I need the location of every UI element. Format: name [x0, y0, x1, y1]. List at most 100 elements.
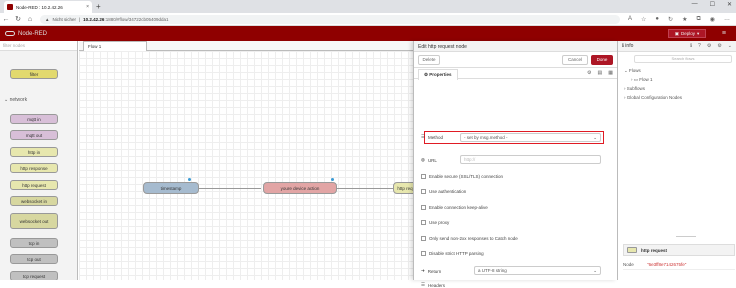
- palette-node-mqtt-in[interactable]: mqtt in: [10, 114, 58, 124]
- checkbox-non2xx[interactable]: Only send non-2xx responses to Catch nod…: [421, 236, 518, 241]
- chevron-down-icon: ⌄: [593, 267, 597, 273]
- tab-info[interactable]: ℹ info: [622, 43, 633, 49]
- flow-canvas[interactable]: timestamp youre device action http req: [79, 51, 417, 280]
- return-value: a UTF-8 string: [478, 268, 507, 273]
- canvas-node-timestamp[interactable]: timestamp: [143, 182, 199, 194]
- checkbox-proxy[interactable]: Use proxy: [421, 220, 449, 225]
- globe-icon: ◍: [421, 157, 425, 162]
- node-label: youre device action: [280, 185, 320, 191]
- checkbox[interactable]: [421, 220, 426, 225]
- palette-node-tcp-in[interactable]: tcp in: [10, 238, 58, 248]
- checkbox-ssl[interactable]: Enable secure (SSL/TLS) connection: [421, 174, 503, 179]
- checkbox-strict-parsing[interactable]: Disable strict HTTP parsing: [421, 251, 484, 256]
- main-menu-icon[interactable]: ≡: [722, 30, 726, 37]
- gear-icon[interactable]: ⚙: [587, 70, 591, 76]
- return-select[interactable]: a UTF-8 string ⌄: [474, 266, 601, 275]
- tab-flow-1[interactable]: Flow 1: [83, 41, 147, 51]
- window-controls: — ☐ ✕: [692, 1, 732, 8]
- collections-icon[interactable]: ⧉: [696, 16, 700, 23]
- read-aloud-icon[interactable]: A: [628, 16, 632, 23]
- method-label: Method: [428, 134, 444, 140]
- palette-node-tcp-request[interactable]: tcp request: [10, 271, 58, 280]
- chevron-down-icon[interactable]: ⌄: [728, 43, 732, 49]
- url-input[interactable]: http://: [460, 155, 601, 164]
- checkbox[interactable]: [421, 174, 426, 179]
- browser-tab[interactable]: Node-RED : 10.2.42.26 ×: [4, 1, 92, 13]
- new-tab-button[interactable]: +: [96, 2, 101, 11]
- url-path: :1880/#flow/34722cb05409dda1: [104, 16, 169, 22]
- chevron-down-icon[interactable]: ▾: [697, 31, 699, 37]
- maximize-icon[interactable]: ☐: [710, 1, 715, 8]
- sidebar-tab-icons: ℹ ? ⚙ ⚙ ⌄: [690, 43, 732, 49]
- delete-button[interactable]: Delete: [418, 54, 440, 65]
- palette-node-http-response[interactable]: http response: [10, 163, 58, 173]
- resize-handle[interactable]: [676, 236, 696, 237]
- method-select[interactable]: - set by msg.method - ⌄: [460, 133, 601, 142]
- cancel-button[interactable]: Cancel: [562, 54, 588, 65]
- palette-category-network[interactable]: ⌄ network: [4, 97, 27, 103]
- checkbox[interactable]: [421, 251, 426, 256]
- checkbox[interactable]: [421, 236, 426, 241]
- palette-node-websocket-out[interactable]: websocket out: [10, 213, 58, 229]
- done-button[interactable]: Done: [591, 54, 613, 65]
- extension-icon[interactable]: ●: [655, 16, 659, 23]
- tree-item-flow-1[interactable]: › ▭ Flow 1: [631, 77, 653, 83]
- checkbox[interactable]: [421, 205, 426, 210]
- minimize-icon[interactable]: —: [692, 1, 698, 8]
- favorite-icon[interactable]: ☆: [641, 16, 646, 23]
- headers-row: ☰ Headers: [421, 282, 445, 288]
- tray-toolbar: Delete Cancel Done: [414, 52, 617, 68]
- checkbox-auth[interactable]: Use authentication: [421, 189, 466, 194]
- close-tab-icon[interactable]: ×: [86, 4, 89, 10]
- warning-icon: ▲: [45, 16, 50, 22]
- palette-node-filter[interactable]: filter: [10, 69, 58, 79]
- deploy-icon: ▣: [674, 30, 679, 36]
- palette-node-mqtt-out[interactable]: mqtt out: [10, 130, 58, 140]
- nodered-header: Node-RED: [0, 26, 736, 41]
- address-bar-row: ← ↻ ⌂ ▲ Nicht sicher | 10.2.42.26:1880/#…: [0, 13, 736, 26]
- headers-label: Headers: [428, 282, 446, 288]
- selected-node-title: http request: [641, 247, 668, 253]
- palette-filter-input[interactable]: filter nodes: [0, 41, 77, 51]
- palette-node-http-request[interactable]: http request: [10, 180, 58, 190]
- description-icon[interactable]: ▤: [598, 70, 603, 76]
- palette-node-tcp-out[interactable]: tcp out: [10, 254, 58, 264]
- browser-tab-bar: Node-RED : 10.2.42.26 × + — ☐ ✕: [0, 0, 736, 13]
- chevron-down-icon: ⌄: [593, 134, 597, 140]
- tree-item-flows[interactable]: ⌄ Flows: [624, 68, 641, 74]
- tray-title: Edit http request node: [414, 41, 617, 52]
- browser-tab-title: Node-RED : 10.2.42.26: [16, 4, 63, 10]
- profile-icon[interactable]: ◉: [710, 16, 715, 23]
- config-icon[interactable]: ⚙: [707, 43, 711, 49]
- info-key: Node: [623, 262, 634, 267]
- more-icon[interactable]: …: [724, 16, 730, 23]
- node-red-favicon-icon: [7, 4, 13, 10]
- wire[interactable]: [337, 188, 401, 189]
- tree-item-subflows[interactable]: › Subflows: [624, 86, 645, 91]
- back-icon[interactable]: ←: [0, 16, 12, 23]
- palette-node-http-in[interactable]: http in: [10, 147, 58, 157]
- context-icon[interactable]: ⚙: [717, 43, 721, 49]
- canvas-node-device-action[interactable]: youre device action: [263, 182, 337, 194]
- refresh-extension-icon[interactable]: ↻: [668, 16, 673, 23]
- search-flows-input[interactable]: Search flows: [634, 55, 732, 63]
- checkbox-keepalive[interactable]: Enable connection keep-alive: [421, 205, 488, 210]
- url-field[interactable]: ▲ Nicht sicher | 10.2.42.26:1880/#flow/3…: [40, 14, 620, 24]
- info-sidebar: ℹ info ℹ ? ⚙ ⚙ ⌄ Search flows ⌄ Flows › …: [617, 41, 736, 280]
- checkbox[interactable]: [421, 189, 426, 194]
- tray-tab-icons: ⚙ ▤ ▦: [587, 70, 613, 76]
- reload-icon[interactable]: ↻: [12, 15, 24, 23]
- appearance-icon[interactable]: ▦: [608, 70, 613, 76]
- info-icon[interactable]: ℹ: [690, 43, 692, 49]
- deploy-button[interactable]: ▣ Deploy ▾: [668, 29, 706, 38]
- return-row: ➜ Return: [421, 268, 441, 274]
- close-window-icon[interactable]: ✕: [727, 1, 732, 8]
- tree-item-global-config[interactable]: › Global Configuration Nodes: [624, 95, 682, 100]
- palette-node-websocket-in[interactable]: websocket in: [10, 196, 58, 206]
- help-icon[interactable]: ?: [698, 43, 701, 49]
- list-icon: ☰: [421, 134, 426, 139]
- tab-properties[interactable]: ⚙ Properties: [418, 68, 458, 80]
- favorites-bar-icon[interactable]: ★: [682, 16, 687, 23]
- home-icon[interactable]: ⌂: [24, 16, 36, 23]
- wire[interactable]: [199, 188, 261, 189]
